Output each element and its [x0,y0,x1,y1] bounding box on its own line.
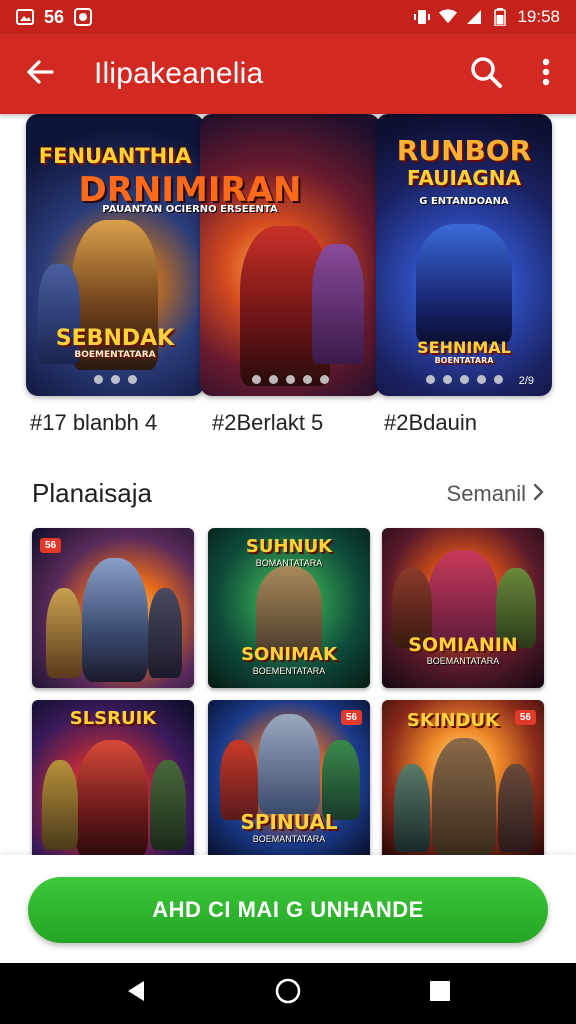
nav-back-button[interactable] [106,963,166,1024]
game-tile[interactable]: SLSRUIK [32,700,194,860]
game-tile[interactable]: 56 SKINDUK [382,700,544,860]
carousel-dot [268,375,278,384]
see-all-label: Semanil [446,480,526,506]
nav-recents-icon [428,979,452,1008]
vibrate-icon [413,8,431,26]
back-button[interactable] [0,34,80,114]
feature-badge: SEBNDAK [55,326,175,351]
feature-subtitle: FAUIAGNA [406,166,522,190]
carousel-dot [477,375,486,384]
game-tile[interactable]: SUHNUK BOMANTATARA SONIMAK BOEMENTATARA [208,528,370,688]
cta-area: AHD CI MAI G UNHANDE [0,855,576,963]
carousel-dot [443,375,452,384]
battery-icon [491,8,509,26]
tile-title-bottom: SOMIANIN [408,634,518,656]
notification-app-icon [74,8,93,26]
featured-price: #2Bdauin [384,410,477,435]
hero-figure [76,740,148,858]
carousel-dot [319,375,329,384]
chevron-right-icon [532,481,544,507]
nav-back-icon [124,979,148,1008]
tile-sub-bottom: BOEMENTATARA [252,666,326,676]
hero-figure [42,760,78,850]
tile-sub-bottom: BOEMANTATARA [252,834,326,844]
carousel-dot [110,375,120,384]
featured-card[interactable]: RUNBOR FAUIAGNA G ENTANDOANA SEHNIMAL BO… [376,114,552,396]
carousel-dots [200,375,380,384]
carousel-dot [426,375,435,384]
tile-title: SLSRUIK [69,708,157,729]
image-notification-icon [16,8,34,26]
tile-title-bottom: SONIMAK [241,644,337,665]
feature-badge-sub: BOENTATARA [434,356,494,365]
game-tile[interactable]: 56 SPINUAL BOEMANTATARA [208,700,370,860]
hero-figure [394,764,430,852]
hero-figure [82,558,148,682]
primary-action-button[interactable]: AHD CI MAI G UNHANDE [28,877,548,943]
hero-figure [322,740,360,820]
feature-title: RUNBOR [396,134,532,167]
system-nav-bar [0,963,576,1024]
featured-price: #17 blanbh 4 [30,410,158,435]
status-left-text: 56 [44,6,65,27]
featured-card[interactable]: FENUANTHIA SEBNDAK BOEMENTATARA [26,114,204,396]
carousel-dot [302,375,312,384]
signal-icon [465,8,483,26]
hero-figure [150,760,186,850]
search-icon [469,55,503,94]
wifi-icon [439,8,458,26]
app-bar: Ilipakeanelia [0,34,576,114]
nav-recents-button[interactable] [410,963,470,1024]
more-vert-icon [542,58,550,91]
game-tile[interactable]: SOMIANIN BOEMANTATARA [382,528,544,688]
game-tile[interactable]: 56 [32,528,194,688]
carousel-dot [460,375,469,384]
carousel-dot [127,375,137,384]
status-time: 19:58 [517,7,560,26]
carousel-dots [26,375,204,384]
arrow-back-icon [26,58,54,91]
feature-badge-sub: BOEMENTATARA [74,350,156,360]
tile-title-bottom: SPINUAL [240,810,338,834]
see-all-link[interactable]: Semanil [447,481,544,507]
carousel-dot [93,375,103,384]
tile-title: SUHNUK [245,536,333,557]
carousel-counter: 2/9 [518,375,534,387]
tile-sub-bottom: BOEMANTATARA [426,656,500,666]
featured-price: #2Berlakt 5 [212,410,324,435]
feature-badge: SEHNIMAL [417,338,511,357]
tile-tag: 56 [40,538,62,553]
section-header: Planaisaja Semanil [32,478,544,509]
carousel-dot [251,375,261,384]
search-button[interactable] [456,34,516,114]
hero-figure [256,566,322,656]
carousel-dot [285,375,295,384]
hero-figure [416,224,512,344]
hero-figure [220,740,258,820]
more-options-button[interactable] [516,34,576,114]
section-title: Planaisaja [32,478,152,508]
status-bar: 56 19:58 [0,0,576,34]
app-title: Ilipakeanelia [94,57,264,90]
featured-carousel[interactable]: FENUANTHIA SEBNDAK BOEMENTATARA DRNIMIRA… [0,114,576,444]
featured-card[interactable] [200,114,380,396]
hero-figure [148,588,182,678]
nav-home-button[interactable] [258,963,318,1024]
feature-tagline: G ENTANDOANA [419,196,509,207]
feature-title: FENUANTHIA [38,144,192,168]
screen: 56 19:58 Ilipakeanelia FENUANTHIA SEBNDA… [0,0,576,1024]
hero-figure [498,764,534,852]
carousel-dot [494,375,503,384]
tile-tag: 56 [340,710,362,725]
feature-tagline: PAUANTAN OCIERNO ERSEENTA [102,204,278,215]
hero-figure [258,714,320,814]
nav-home-icon [274,977,302,1010]
hero-figure [432,738,496,856]
hero-figure [312,244,364,364]
hero-figure [46,588,82,678]
tile-title: SKINDUK [406,710,500,731]
